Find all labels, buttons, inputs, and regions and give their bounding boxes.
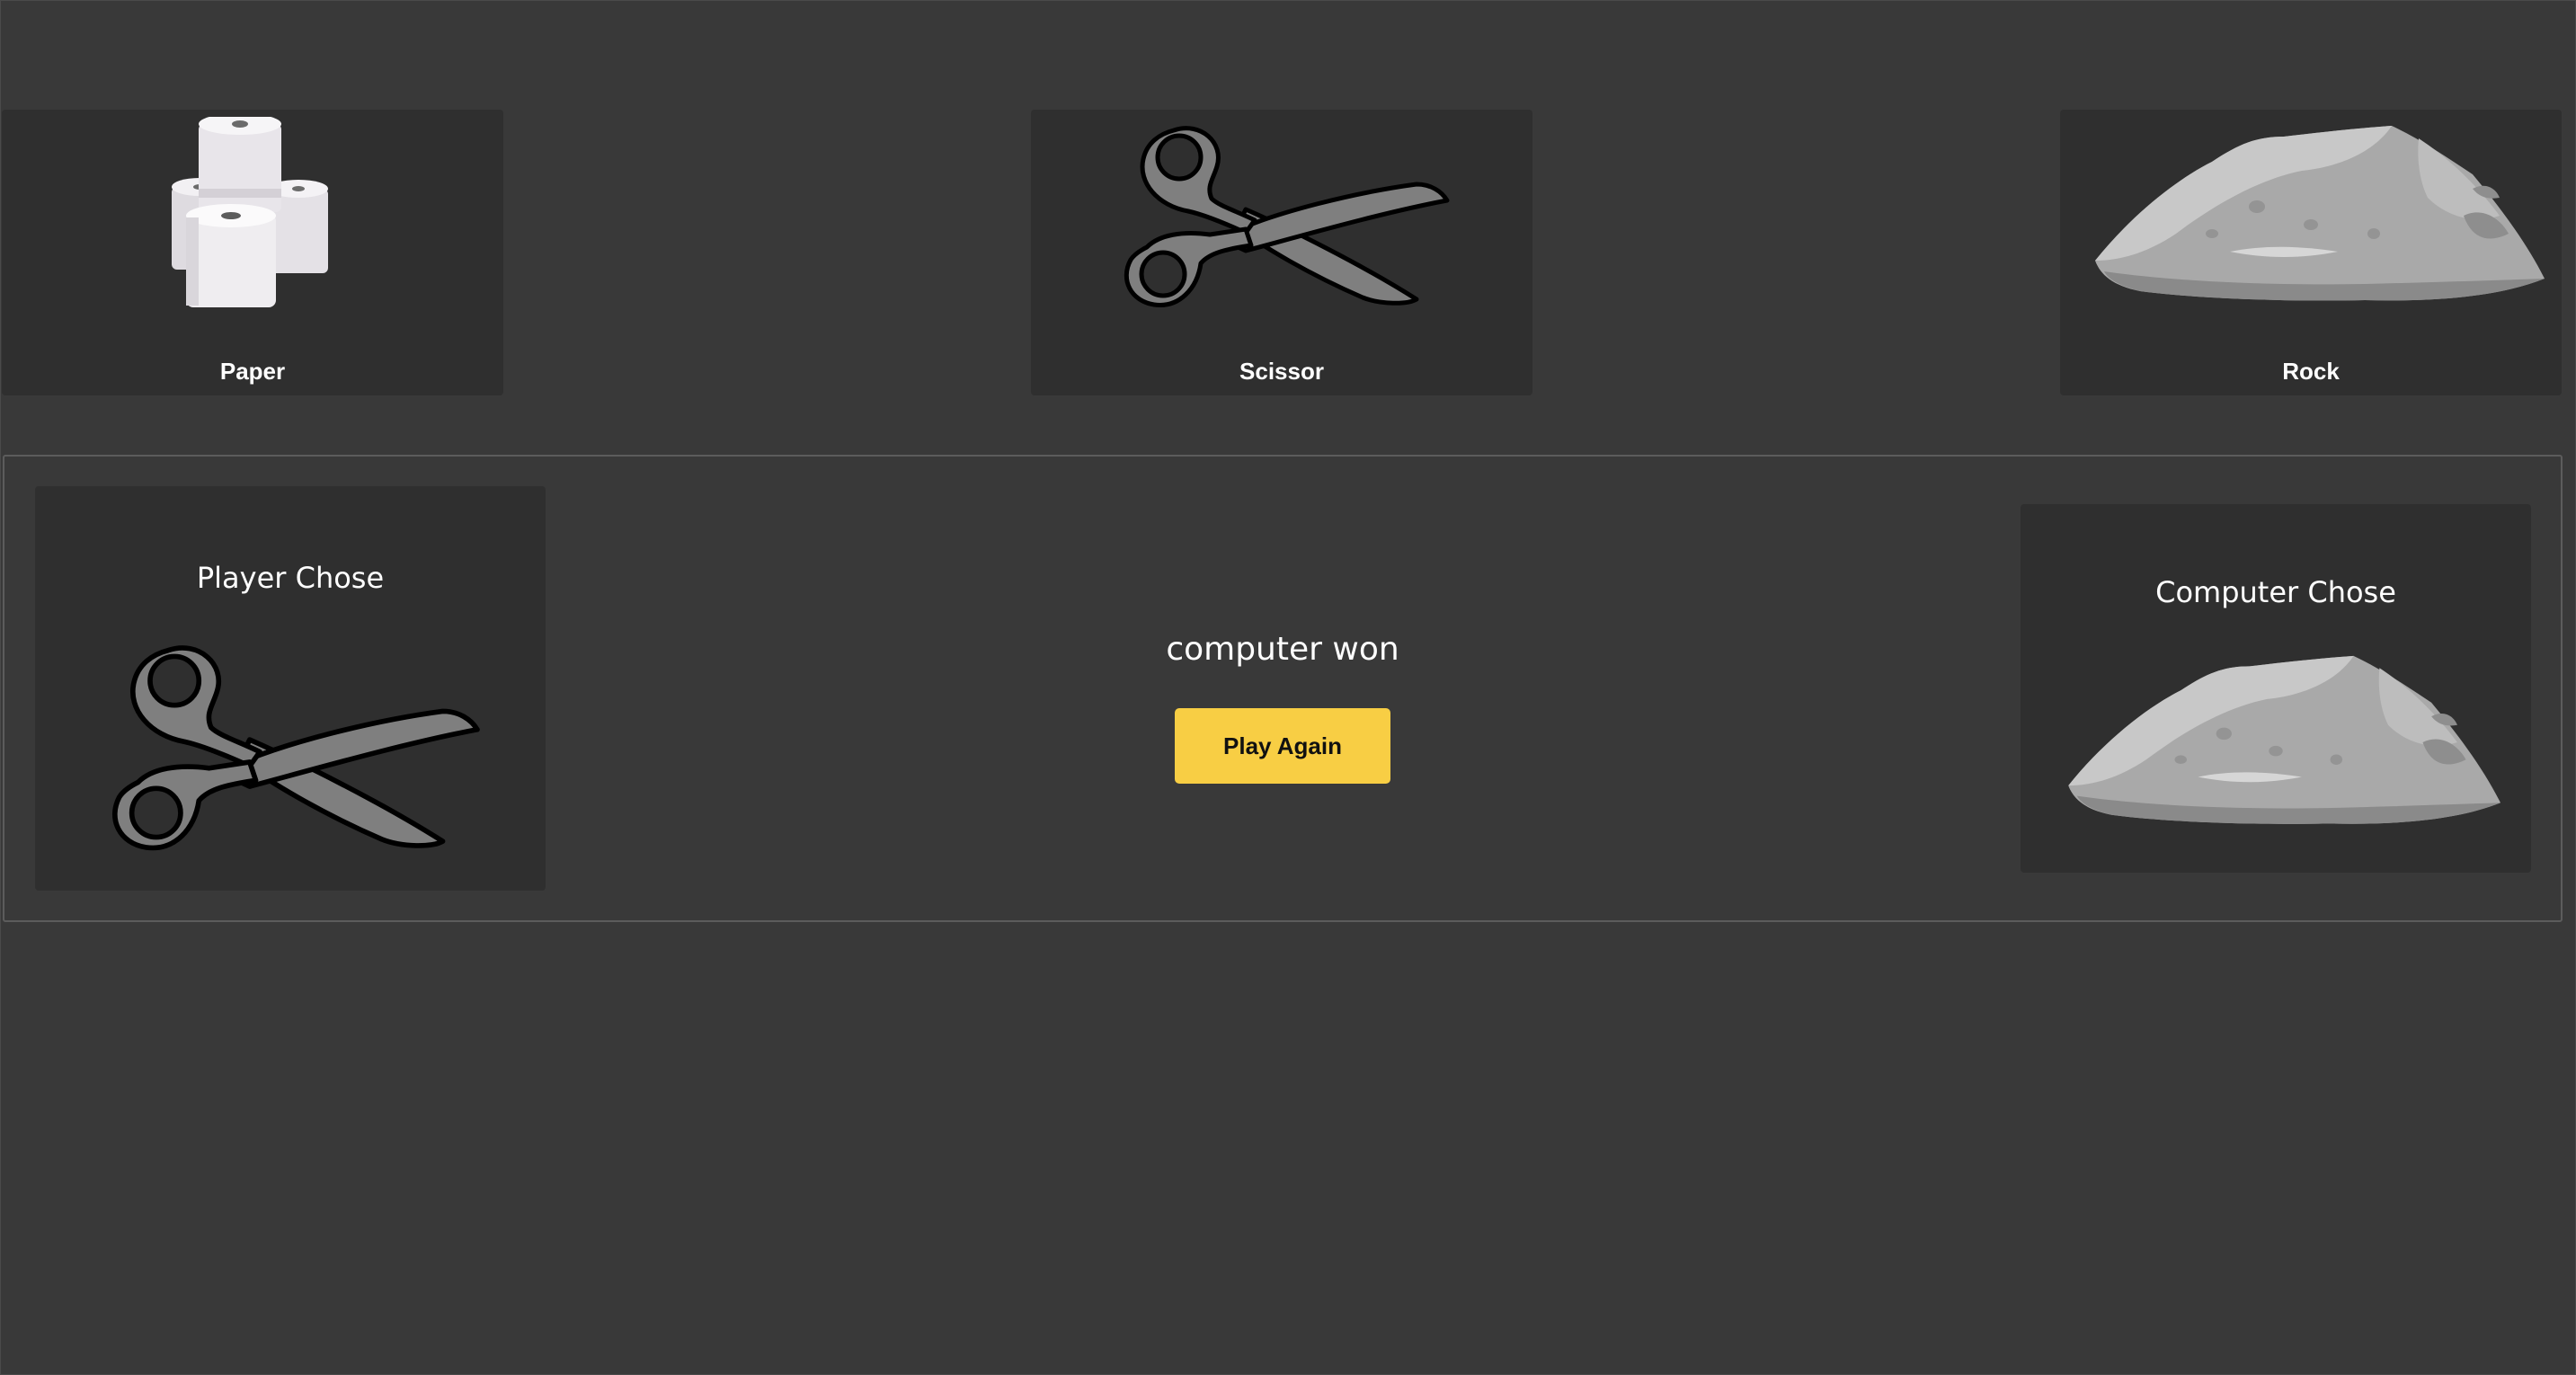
scissors-icon <box>1031 126 1532 307</box>
scissor-label: Scissor <box>1239 358 1324 385</box>
rock-label: Rock <box>2282 358 2340 385</box>
computer-choice-panel: Computer Chose <box>2021 504 2531 873</box>
rock-icon <box>2060 126 2562 306</box>
play-again-button[interactable]: Play Again <box>1175 708 1390 784</box>
rock-icon <box>2021 643 2531 841</box>
result-panel: Player Chose computer won Play Again Com… <box>3 455 2563 922</box>
toilet-paper-icon <box>2 117 503 307</box>
computer-chose-title: Computer Chose <box>2155 575 2396 609</box>
paper-label: Paper <box>219 358 286 385</box>
player-chose-title: Player Chose <box>196 561 385 595</box>
scissor-choice-card[interactable]: Scissor <box>1031 110 1532 395</box>
rock-choice-card[interactable]: Rock <box>2060 110 2562 395</box>
player-choice-panel: Player Chose <box>35 486 546 891</box>
paper-choice-card[interactable]: Paper <box>2 110 503 395</box>
